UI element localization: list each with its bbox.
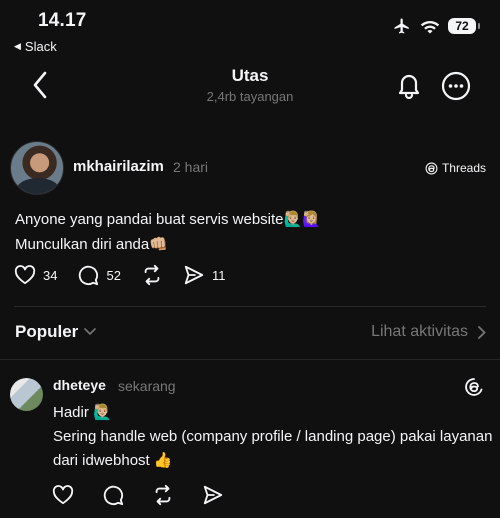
page-title: Utas bbox=[231, 66, 269, 85]
post-actions: 34 52 11 bbox=[14, 264, 245, 286]
reply-timestamp: sekarang bbox=[118, 378, 176, 394]
section-divider bbox=[0, 359, 500, 360]
reply-button[interactable]: 52 bbox=[77, 264, 121, 286]
notifications-button[interactable] bbox=[394, 69, 424, 101]
status-time: 14.17 bbox=[38, 10, 87, 31]
sort-dropdown[interactable]: Populer bbox=[15, 322, 97, 342]
back-app-label: Slack bbox=[24, 39, 57, 54]
reply-username[interactable]: dheteye bbox=[53, 377, 106, 393]
reply-count: 52 bbox=[106, 267, 121, 283]
send-icon bbox=[184, 265, 204, 285]
like-button[interactable]: 34 bbox=[14, 265, 57, 285]
view-count: 2,4rb tayangan bbox=[206, 89, 294, 104]
reply-body: Hadir 🙋🏼‍♂️ Sering handle web (company p… bbox=[53, 401, 493, 473]
back-to-app-link[interactable]: ◀ Slack bbox=[14, 39, 57, 54]
chevron-down-icon bbox=[84, 328, 97, 336]
reply-avatar[interactable] bbox=[10, 378, 43, 411]
wifi-icon bbox=[420, 21, 440, 34]
threads-source-link[interactable]: Threads bbox=[425, 161, 486, 175]
view-activity-label: Lihat aktivitas bbox=[371, 323, 468, 340]
sort-label: Populer bbox=[15, 322, 79, 341]
reply-threads-link[interactable] bbox=[464, 377, 484, 402]
repost-button[interactable] bbox=[141, 264, 163, 286]
repost-icon[interactable] bbox=[152, 484, 174, 506]
more-options-button[interactable] bbox=[440, 70, 472, 102]
threads-source-label: Threads bbox=[441, 161, 486, 175]
bell-icon bbox=[398, 74, 420, 99]
heart-icon[interactable] bbox=[52, 485, 74, 505]
reply-line-1: Hadir 🙋🏼‍♂️ bbox=[53, 404, 112, 421]
send-icon[interactable] bbox=[202, 484, 224, 506]
post-timestamp: 2 hari bbox=[173, 159, 209, 175]
status-icons: 72 bbox=[392, 17, 480, 35]
share-button[interactable]: 11 bbox=[183, 264, 226, 286]
divider bbox=[14, 306, 486, 307]
like-count: 34 bbox=[43, 267, 58, 283]
more-icon bbox=[441, 71, 471, 101]
share-count: 11 bbox=[211, 267, 226, 283]
post-body: Anyone yang pandai buat servis website🙋🏼… bbox=[15, 207, 475, 257]
author-username[interactable]: mkhairilazim bbox=[73, 158, 164, 175]
view-activity-link[interactable]: Lihat aktivitas bbox=[371, 323, 486, 341]
threads-logo-icon bbox=[425, 162, 438, 174]
reply-actions bbox=[52, 484, 224, 506]
back-triangle-icon: ◀ bbox=[14, 41, 21, 51]
battery-icon: 72 bbox=[448, 18, 480, 34]
comment-icon[interactable] bbox=[102, 484, 124, 506]
threads-logo-icon bbox=[465, 378, 483, 396]
comment-icon bbox=[79, 265, 99, 286]
post-line-2: Munculkan diri anda👊🏼 bbox=[15, 236, 168, 253]
author-avatar[interactable] bbox=[10, 141, 64, 195]
airplane-icon bbox=[394, 18, 409, 34]
chevron-right-icon bbox=[478, 325, 486, 339]
repost-icon bbox=[144, 264, 160, 286]
post-line-1: Anyone yang pandai buat servis website🙋🏼… bbox=[15, 211, 321, 228]
reply-line-2: Sering handle web (company profile / lan… bbox=[53, 428, 493, 469]
heart-icon bbox=[14, 265, 36, 285]
